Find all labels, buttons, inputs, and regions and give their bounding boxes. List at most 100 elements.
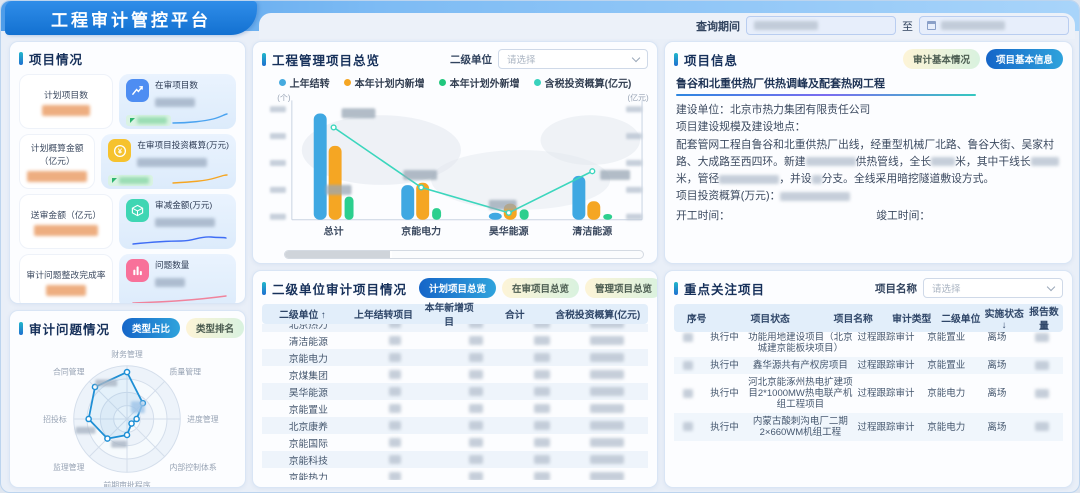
redacted-cell bbox=[567, 420, 648, 431]
legend-item[interactable]: 本年计划外新增 bbox=[439, 75, 520, 90]
table-row[interactable]: 北京热力 bbox=[262, 324, 648, 332]
tab-inreview-projects[interactable]: 在审项目总览 bbox=[502, 278, 579, 298]
column-header[interactable]: 项目名称 bbox=[821, 311, 885, 325]
redacted-cell bbox=[517, 454, 567, 465]
table-row[interactable]: 京煤集团 bbox=[262, 366, 648, 383]
card-label: 在审项目投资概算(万元) bbox=[137, 139, 229, 151]
impl-status: 离场 bbox=[973, 422, 1020, 433]
redacted-cell bbox=[436, 471, 517, 480]
table-row[interactable]: 京能置业 bbox=[262, 400, 648, 417]
tab-planned-projects[interactable]: 计划项目总览 bbox=[419, 278, 496, 298]
tab-type-rank[interactable]: 类型排名 bbox=[186, 318, 244, 338]
scale-label: 项目建设规模及建设地点： bbox=[676, 119, 1061, 136]
svg-text:清洁能源: 清洁能源 bbox=[572, 225, 612, 238]
redacted-value bbox=[155, 218, 215, 227]
redacted-cell bbox=[567, 437, 648, 448]
impl-status: 离场 bbox=[973, 360, 1020, 371]
legend-dot bbox=[279, 79, 286, 86]
line-chart-icon bbox=[126, 79, 149, 102]
redacted-value bbox=[27, 171, 87, 182]
svg-text:前期审批程序: 前期审批程序 bbox=[103, 480, 150, 488]
legend-item[interactable]: 上年结转 bbox=[279, 75, 330, 90]
date-from-input[interactable] bbox=[746, 16, 896, 35]
project-status: 执行中 bbox=[701, 332, 748, 343]
table-row[interactable]: 执行中 内蒙古酸刺沟电厂二期2×660WM机组工程 过程跟踪审计 京能电力 离场 bbox=[674, 413, 1063, 441]
panel-project-status: 项目情况 计划项目数 在审项目数 bbox=[9, 41, 246, 304]
date-to-input[interactable] bbox=[919, 16, 1069, 35]
unit-select[interactable]: 请选择 bbox=[498, 49, 648, 69]
column-header[interactable]: 二级单位 bbox=[938, 311, 983, 325]
redacted-cell bbox=[674, 360, 701, 371]
table-body: 北京热力 清洁能源 京能电力 bbox=[262, 324, 648, 480]
tab-audit-basic[interactable]: 审计基本情况 bbox=[903, 49, 980, 69]
chart-scrollbar-handle[interactable] bbox=[285, 251, 392, 258]
table-row[interactable]: 京能电力 bbox=[262, 349, 648, 366]
tab-project-basic[interactable]: 项目基本信息 bbox=[986, 49, 1063, 69]
table-row[interactable]: 京能科技 bbox=[262, 451, 648, 468]
sparkline bbox=[171, 112, 229, 126]
redacted-text bbox=[719, 175, 779, 184]
column-header[interactable]: 审计类型 bbox=[885, 311, 938, 325]
table-row[interactable]: 执行中 类居住用地、F其他类多功能用地建设项目（北京城建京能板块项目） 过程跟踪… bbox=[674, 332, 1063, 357]
calendar-icon bbox=[927, 21, 936, 30]
svg-text:总计: 总计 bbox=[324, 225, 344, 238]
app-title: 工程审计管控平台 bbox=[51, 6, 211, 31]
cube-icon bbox=[126, 199, 149, 222]
redacted-value bbox=[34, 225, 98, 236]
legend-item[interactable]: 本年计划内新增 bbox=[344, 75, 425, 90]
column-header[interactable]: 合计 bbox=[474, 307, 555, 321]
table-row[interactable]: 京能国际 bbox=[262, 434, 648, 451]
redacted-value bbox=[46, 285, 86, 296]
redacted-cell bbox=[355, 324, 436, 329]
card-rectification-rate: 审计问题整改完成率 bbox=[19, 254, 113, 304]
redacted-cell bbox=[355, 386, 436, 397]
redacted-cell bbox=[517, 335, 567, 346]
unit-name: 昊华能源 bbox=[262, 385, 355, 399]
chart-legend: 上年结转 本年计划内新增 本年计划外新增 含税投资概算(亿元) bbox=[262, 75, 648, 90]
column-header[interactable]: 含税投资概算(亿元) bbox=[555, 307, 640, 321]
svg-text:(个): (个) bbox=[277, 93, 291, 102]
table-row[interactable]: 昊华能源 bbox=[262, 383, 648, 400]
unit-name: 京能电力 bbox=[919, 388, 973, 399]
table-row[interactable]: 京能热力 bbox=[262, 468, 648, 480]
table-row[interactable]: 执行中 鑫华源共有产权房项目 过程跟踪审计 京能置业 离场 bbox=[674, 357, 1063, 374]
card-label: 计划概算金额（亿元） bbox=[22, 141, 92, 167]
card-issue-count: 问题数量 bbox=[119, 254, 236, 304]
column-header[interactable]: 报告数量 bbox=[1025, 304, 1063, 332]
redacted-cell bbox=[436, 403, 517, 414]
card-planned-project-count: 计划项目数 bbox=[19, 74, 113, 129]
column-header[interactable]: 二级单位 ↑ bbox=[262, 307, 343, 321]
svg-text:监理管理: 监理管理 bbox=[53, 462, 85, 472]
redacted-cell bbox=[355, 403, 436, 414]
table-row[interactable]: 执行中 河北京能涿州热电扩建项目2*1000MW热电联产机组工程项目 过程跟踪审… bbox=[674, 374, 1063, 413]
app-title-tab: 工程审计管控平台 bbox=[5, 1, 257, 35]
panel-title: 工程管理项目总览 bbox=[272, 50, 380, 69]
column-header[interactable]: 上年结转项目 bbox=[343, 307, 424, 321]
svg-text:昊华能源: 昊华能源 bbox=[489, 225, 529, 238]
redacted-cell bbox=[567, 471, 648, 480]
unit-name: 京煤集团 bbox=[262, 368, 355, 382]
tab-type-ratio[interactable]: 类型占比 bbox=[122, 318, 180, 338]
table-row[interactable]: 北京康养 bbox=[262, 417, 648, 434]
redacted-cell bbox=[517, 369, 567, 380]
legend-item[interactable]: 含税投资概算(亿元) bbox=[534, 75, 632, 90]
column-header[interactable]: 项目状态 bbox=[719, 311, 821, 325]
unit-name: 清洁能源 bbox=[262, 334, 355, 348]
redacted-cell bbox=[355, 420, 436, 431]
table-row[interactable]: 清洁能源 bbox=[262, 332, 648, 349]
project-name-filter-label: 项目名称 bbox=[875, 281, 917, 296]
redacted-text bbox=[812, 175, 822, 184]
redacted-cell bbox=[517, 471, 567, 480]
column-header[interactable]: 实施状态 ↓ bbox=[983, 306, 1025, 331]
project-name: 类居住用地、F其他类多功能用地建设项目（北京城建京能板块项目） bbox=[748, 332, 853, 354]
project-status: 执行中 bbox=[701, 388, 748, 399]
panel-accent-bar bbox=[262, 53, 266, 66]
column-header[interactable]: 序号 bbox=[674, 311, 719, 325]
unit-name: 北京热力 bbox=[262, 324, 355, 331]
right-axis-tick-redactions bbox=[626, 106, 642, 219]
chart-scrollbar[interactable] bbox=[284, 250, 644, 259]
project-name-select[interactable]: 请选择 bbox=[923, 278, 1063, 298]
redacted-cell bbox=[355, 335, 436, 346]
redacted-cell bbox=[567, 386, 648, 397]
tab-managed-projects[interactable]: 管理项目总览 bbox=[585, 278, 658, 298]
